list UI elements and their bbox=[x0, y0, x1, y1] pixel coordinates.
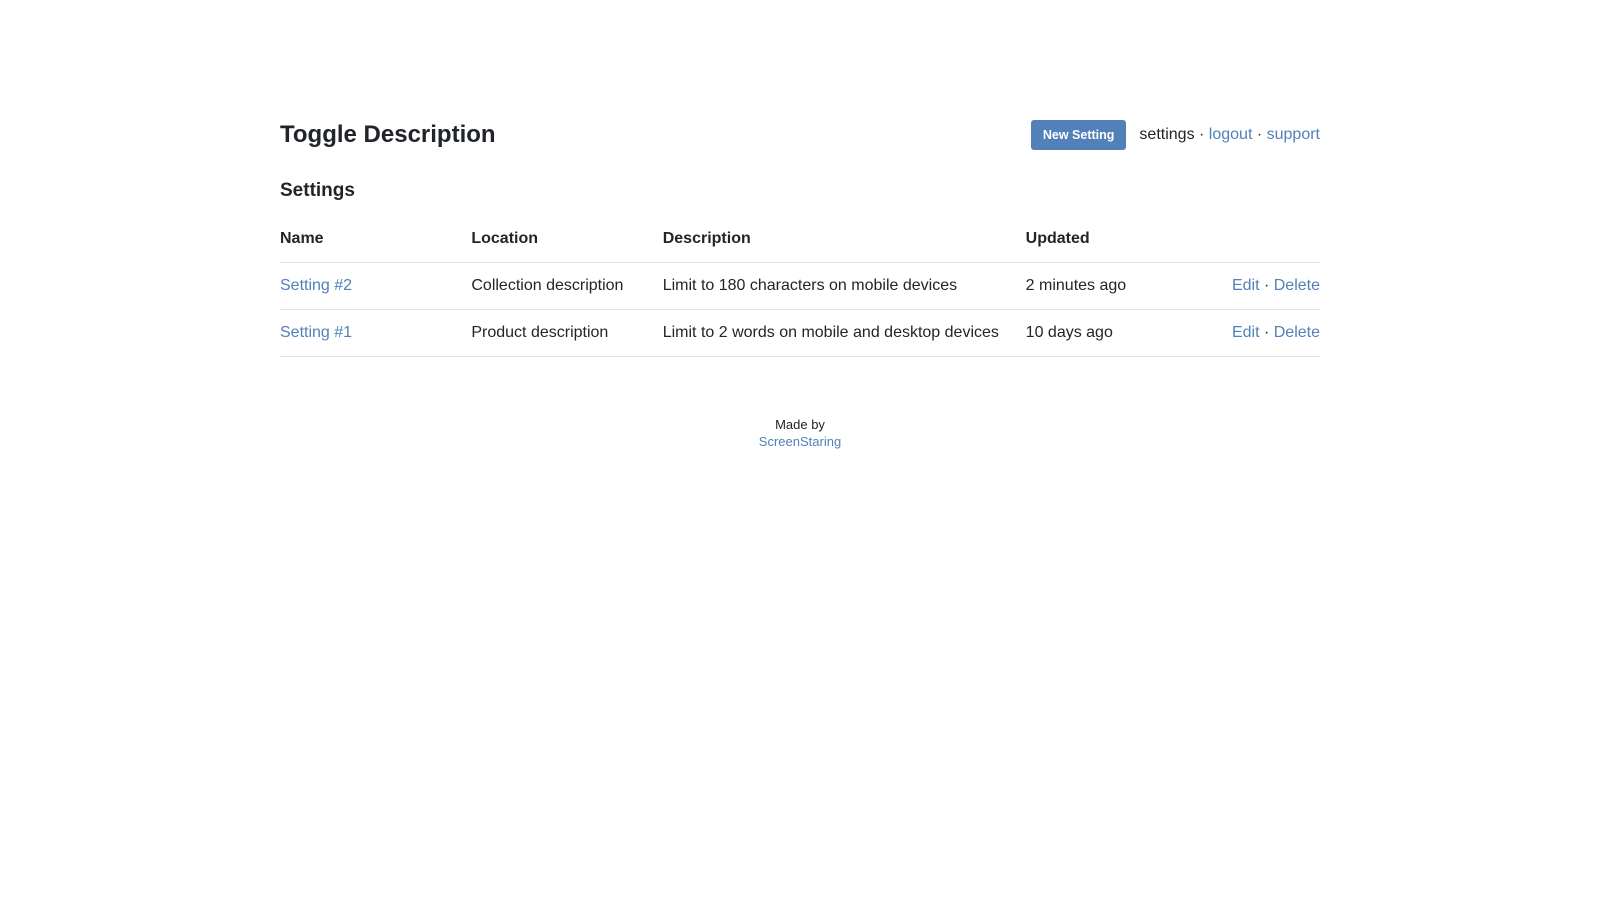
separator: · bbox=[1257, 126, 1267, 143]
edit-link[interactable]: Edit bbox=[1232, 324, 1260, 341]
settings-table: Name Location Description Updated Settin… bbox=[280, 230, 1320, 357]
separator: · bbox=[1264, 277, 1274, 294]
column-header-name: Name bbox=[280, 230, 471, 263]
column-header-description: Description bbox=[663, 230, 1026, 263]
setting-description: Limit to 2 words on mobile and desktop d… bbox=[663, 310, 1026, 357]
setting-location: Product description bbox=[471, 310, 662, 357]
edit-link[interactable]: Edit bbox=[1232, 277, 1260, 294]
setting-name-link[interactable]: Setting #2 bbox=[280, 277, 352, 294]
separator: · bbox=[1199, 126, 1209, 143]
setting-updated: 2 minutes ago bbox=[1026, 263, 1217, 310]
new-setting-button[interactable]: New Setting bbox=[1031, 120, 1127, 150]
footer-author-link[interactable]: ScreenStaring bbox=[759, 434, 841, 449]
nav-links: settings · logout · support bbox=[1139, 126, 1320, 144]
delete-link[interactable]: Delete bbox=[1274, 324, 1320, 341]
setting-description: Limit to 180 characters on mobile device… bbox=[663, 263, 1026, 310]
column-header-actions bbox=[1217, 230, 1320, 263]
footer-made-by: Made by bbox=[775, 417, 825, 432]
column-header-location: Location bbox=[471, 230, 662, 263]
separator: · bbox=[1264, 324, 1274, 341]
setting-updated: 10 days ago bbox=[1026, 310, 1217, 357]
column-header-updated: Updated bbox=[1026, 230, 1217, 263]
nav-logout-link[interactable]: logout bbox=[1209, 126, 1253, 143]
page-title: Toggle Description bbox=[280, 121, 496, 149]
table-row: Setting #1 Product description Limit to … bbox=[280, 310, 1320, 357]
header-row: Toggle Description New Setting settings … bbox=[280, 120, 1320, 150]
setting-name-link[interactable]: Setting #1 bbox=[280, 324, 352, 341]
setting-location: Collection description bbox=[471, 263, 662, 310]
nav-support-link[interactable]: support bbox=[1267, 126, 1320, 143]
table-row: Setting #2 Collection description Limit … bbox=[280, 263, 1320, 310]
section-title: Settings bbox=[280, 180, 1320, 202]
delete-link[interactable]: Delete bbox=[1274, 277, 1320, 294]
footer: Made by ScreenStaring bbox=[280, 417, 1320, 451]
nav-settings-text: settings bbox=[1139, 126, 1194, 143]
